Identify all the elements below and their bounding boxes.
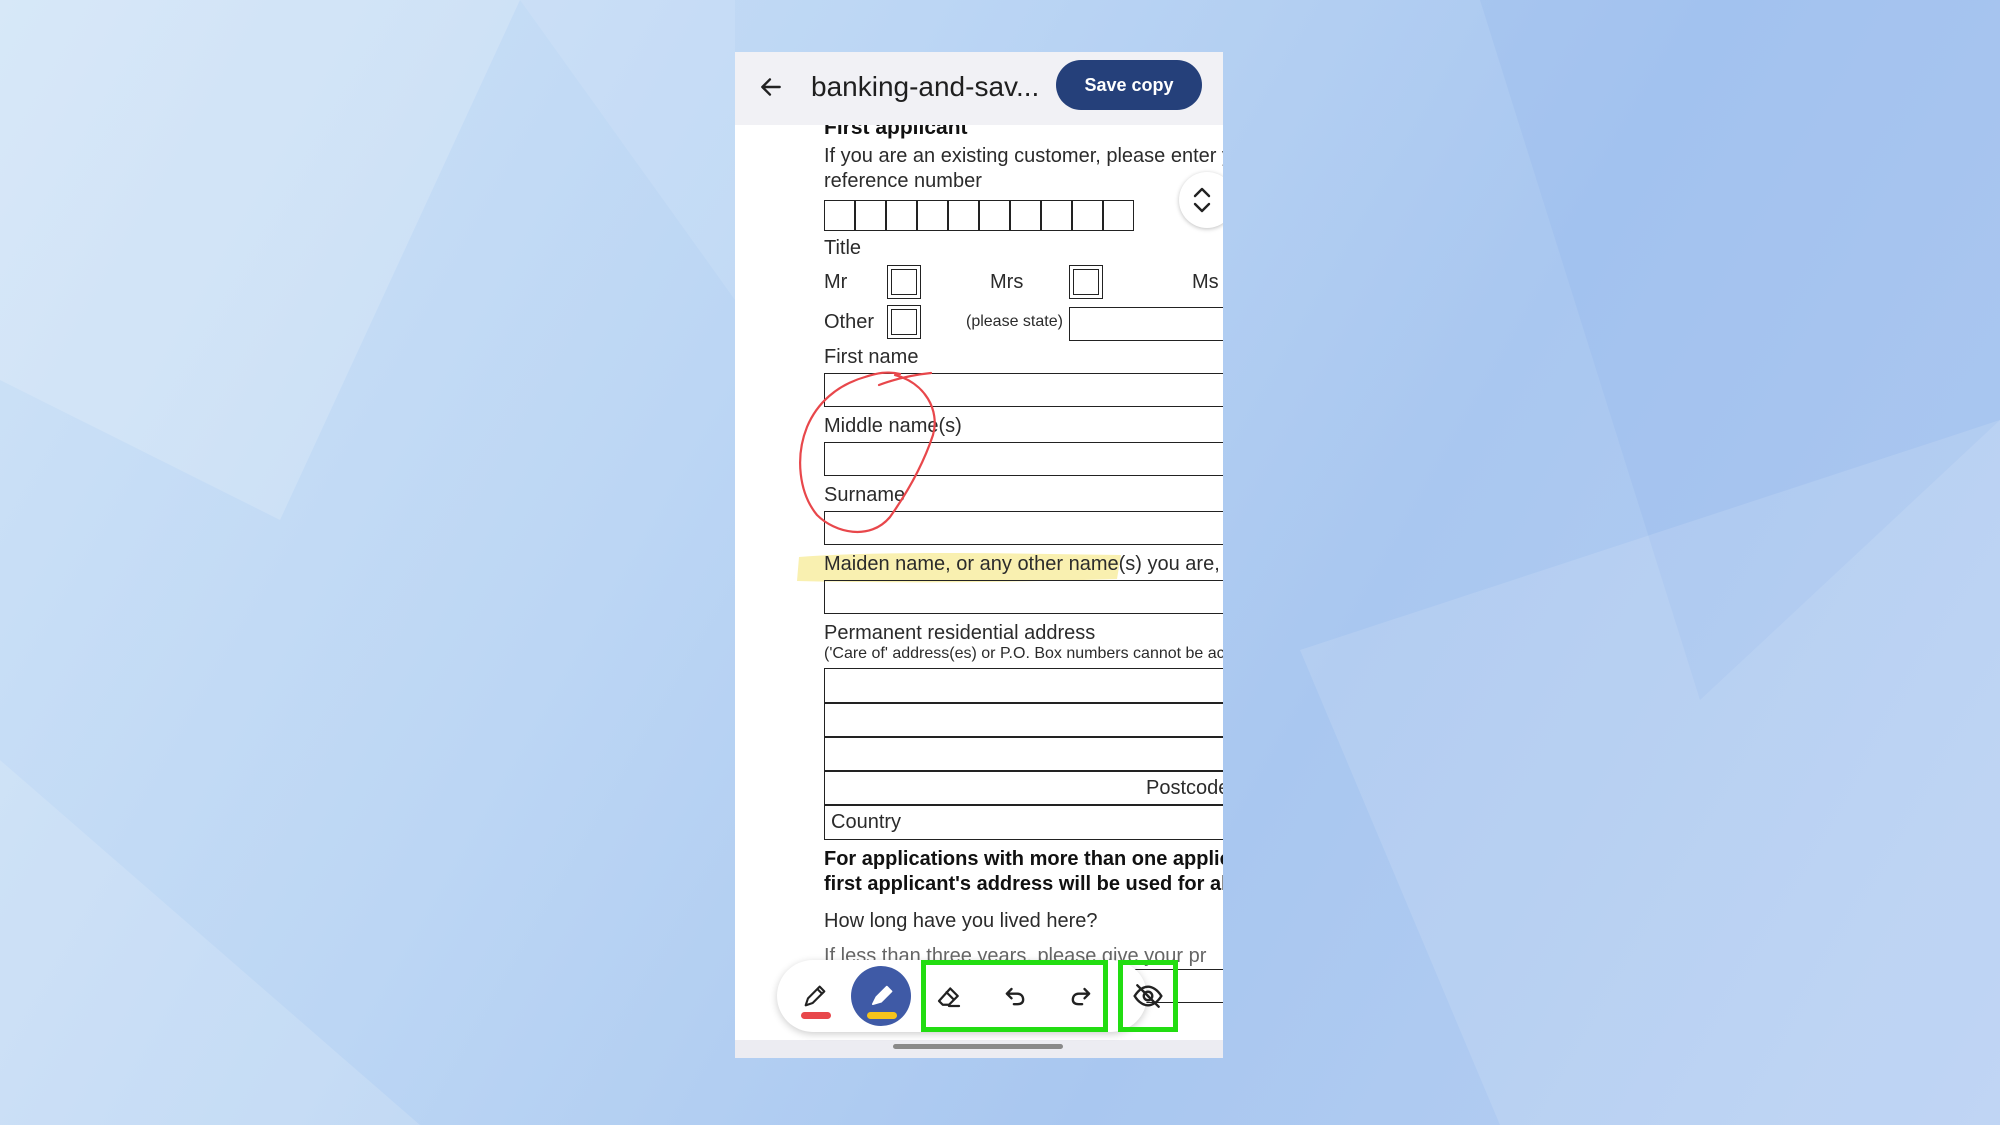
country-label: Country: [831, 811, 902, 833]
pen-tool[interactable]: [785, 966, 845, 1026]
title-mrs-checkbox[interactable]: [1069, 265, 1103, 299]
title-label: Title: [824, 237, 862, 259]
maiden-name-field[interactable]: [824, 580, 1223, 614]
maiden-name-label: Maiden name, or any other name(s) you ar…: [824, 553, 1223, 575]
pen-color-swatch: [801, 1012, 831, 1019]
phone-screen: banking-and-sav... Save copy First appli…: [735, 52, 1223, 1058]
gesture-nav-pill[interactable]: [893, 1044, 1063, 1049]
back-button[interactable]: [751, 67, 791, 107]
please-state-field[interactable]: [1069, 307, 1223, 341]
address-label: Permanent residential address: [824, 622, 1096, 644]
please-state-label: (please state): [966, 313, 1063, 330]
app-bar: banking-and-sav... Save copy: [735, 52, 1223, 125]
gesture-bar-area: [735, 1040, 1223, 1058]
address-note: ('Care of' address(es) or P.O. Box numbe…: [824, 645, 1223, 662]
postcode-label: Postcode: [1146, 777, 1223, 799]
pen-icon: [804, 985, 826, 1007]
highlighter-color-swatch: [867, 1012, 897, 1019]
title-mr-checkbox[interactable]: [887, 265, 921, 299]
address-line-1[interactable]: [824, 668, 1223, 704]
title-mr-label: Mr: [824, 271, 848, 293]
how-long-label: How long have you lived here?: [824, 910, 1098, 932]
existing-customer-text: If you are an existing customer, please …: [824, 145, 1223, 167]
highlighter-tool[interactable]: [851, 966, 911, 1026]
reference-number-label: reference number: [824, 170, 982, 192]
pen-tick-annotation: [877, 371, 933, 387]
highlight-box-edit-tools: [921, 960, 1108, 1032]
arrow-left-icon: [761, 78, 781, 96]
save-copy-button[interactable]: Save copy: [1056, 60, 1202, 110]
reference-number-boxes[interactable]: [824, 200, 1136, 231]
pen-circle-annotation: [799, 371, 936, 533]
title-mrs-label: Mrs: [990, 271, 1024, 293]
highlighter-icon: [871, 985, 893, 1006]
pdf-document-page: First applicant If you are an existing c…: [735, 125, 1223, 1058]
multi-applicant-note-2: first applicant's address will be used f…: [824, 873, 1223, 895]
section-heading: First applicant: [824, 125, 968, 139]
highlight-box-hide-button: [1118, 960, 1178, 1032]
address-line-3[interactable]: [824, 736, 1223, 772]
document-title: banking-and-sav...: [811, 71, 1040, 102]
address-line-2[interactable]: [824, 702, 1223, 738]
title-other-checkbox[interactable]: [887, 305, 921, 339]
title-other-label: Other: [824, 311, 875, 333]
multi-applicant-note-1: For applications with more than one appl…: [824, 848, 1223, 870]
chevron-up-down-icon: [1193, 187, 1211, 213]
title-ms-label: Ms: [1192, 271, 1219, 293]
